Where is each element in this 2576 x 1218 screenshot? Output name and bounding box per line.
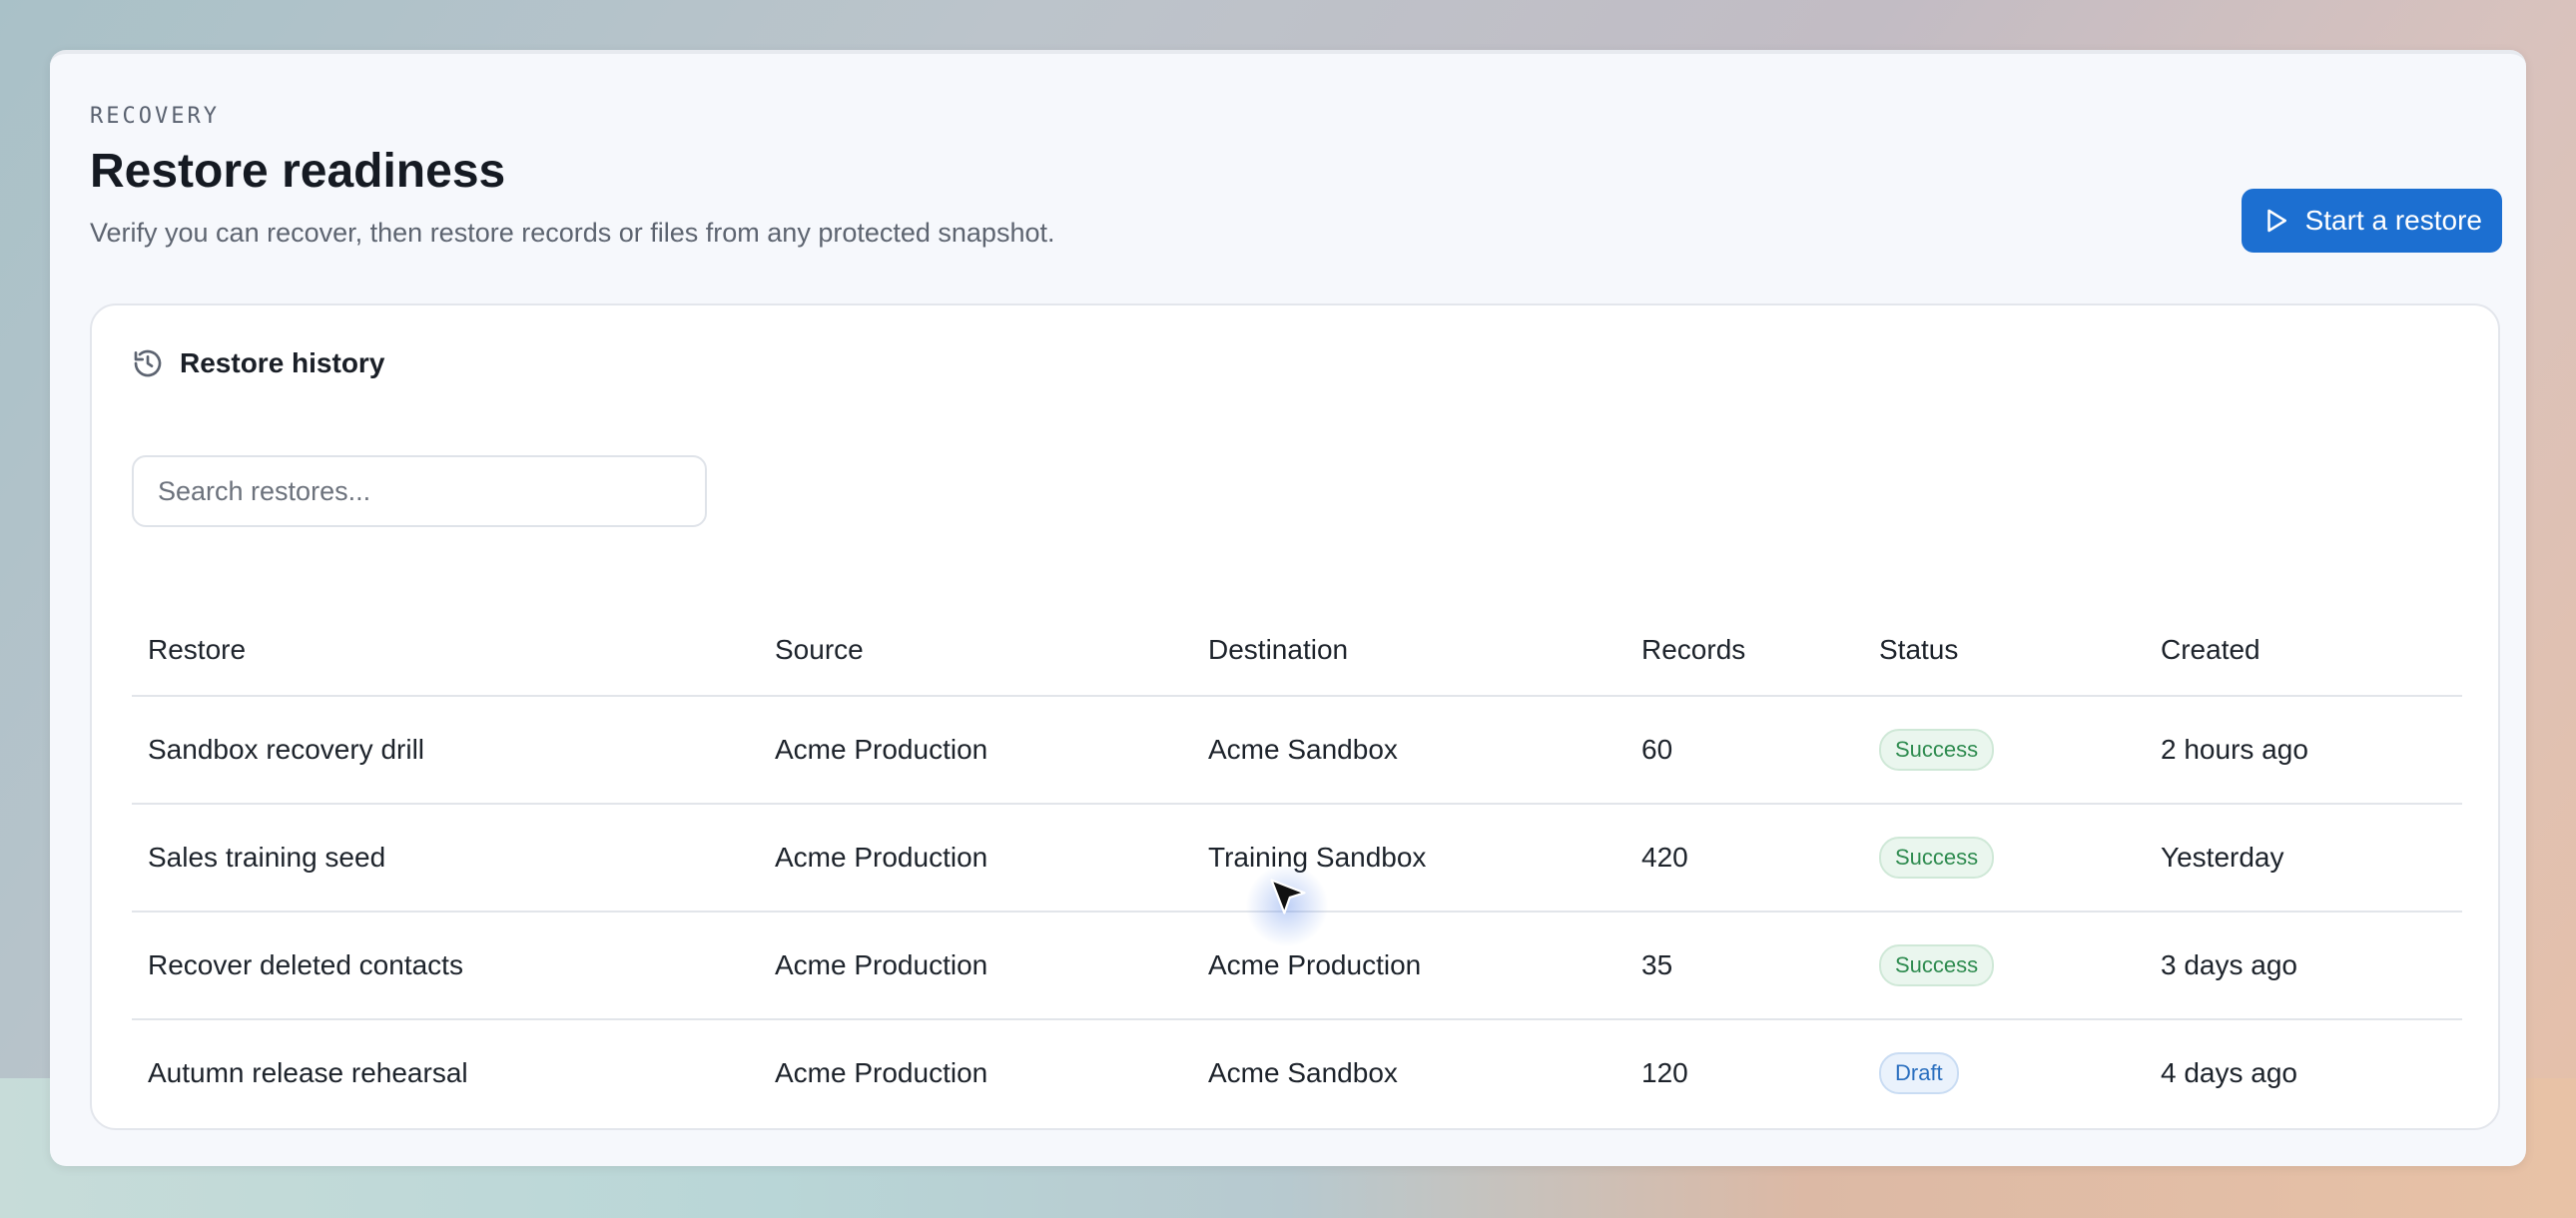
- page-subtitle: Verify you can recover, then restore rec…: [90, 218, 1055, 248]
- table-header: Restore Source Destination Records Statu…: [132, 605, 2462, 697]
- status-cell: Success: [1879, 729, 2161, 771]
- restore-destination: Acme Sandbox: [1208, 1057, 1398, 1088]
- restore-destination: Acme Sandbox: [1208, 734, 1398, 765]
- restore-history-title: Restore history: [180, 347, 385, 378]
- restore-source: Acme Production: [775, 842, 988, 873]
- restore-name[interactable]: Sandbox recovery drill: [148, 734, 775, 766]
- restore-history-panel: Restore history Restore Source Destinati…: [90, 304, 2500, 1130]
- column-header-status[interactable]: Status: [1879, 634, 2161, 666]
- restore-records: 120: [1641, 1057, 1688, 1088]
- status-badge: Draft: [1879, 1052, 1959, 1094]
- restore-created: 4 days ago: [2161, 1057, 2297, 1088]
- restore-destination: Acme Production: [1208, 949, 1422, 980]
- page-eyebrow: RECOVERY: [90, 104, 220, 129]
- status-cell: Draft: [1879, 1052, 2161, 1094]
- restore-name[interactable]: Autumn release rehearsal: [148, 1057, 775, 1089]
- column-header-created[interactable]: Created: [2161, 634, 2462, 666]
- status-badge: Success: [1879, 944, 1995, 986]
- table-row[interactable]: Autumn release rehearsal Acme Production…: [132, 1020, 2462, 1126]
- restore-source: Acme Production: [775, 949, 988, 980]
- restore-name[interactable]: Recover deleted contacts: [148, 949, 775, 981]
- history-icon: [134, 349, 162, 377]
- mouse-pointer-icon: [1270, 879, 1306, 914]
- column-header-destination[interactable]: Destination: [1208, 634, 1641, 666]
- status-cell: Success: [1879, 837, 2161, 879]
- column-header-restore[interactable]: Restore: [148, 634, 775, 666]
- table-row[interactable]: Sandbox recovery drill Acme Production A…: [132, 697, 2462, 805]
- play-icon: [2266, 209, 2286, 233]
- restore-records: 35: [1641, 949, 1673, 980]
- restore-name[interactable]: Sales training seed: [148, 842, 775, 874]
- start-restore-button[interactable]: Start a restore: [2241, 189, 2502, 253]
- restore-history-header: Restore history: [132, 347, 384, 379]
- restore-created: Yesterday: [2161, 842, 2284, 873]
- restore-created: 3 days ago: [2161, 949, 2297, 980]
- status-badge: Success: [1879, 729, 1995, 771]
- page-title: Restore readiness: [90, 145, 506, 198]
- restore-source: Acme Production: [775, 1057, 988, 1088]
- status-cell: Success: [1879, 944, 2161, 986]
- restore-source: Acme Production: [775, 734, 988, 765]
- column-header-source[interactable]: Source: [775, 634, 1208, 666]
- restore-created: 2 hours ago: [2161, 734, 2308, 765]
- column-header-records[interactable]: Records: [1641, 634, 1879, 666]
- status-badge: Success: [1879, 837, 1995, 879]
- restore-readiness-card: RECOVERY Restore readiness Verify you ca…: [50, 50, 2526, 1166]
- restore-records: 60: [1641, 734, 1673, 765]
- search-restores-input[interactable]: [132, 455, 707, 527]
- start-restore-label: Start a restore: [2304, 205, 2482, 236]
- restore-records: 420: [1641, 842, 1688, 873]
